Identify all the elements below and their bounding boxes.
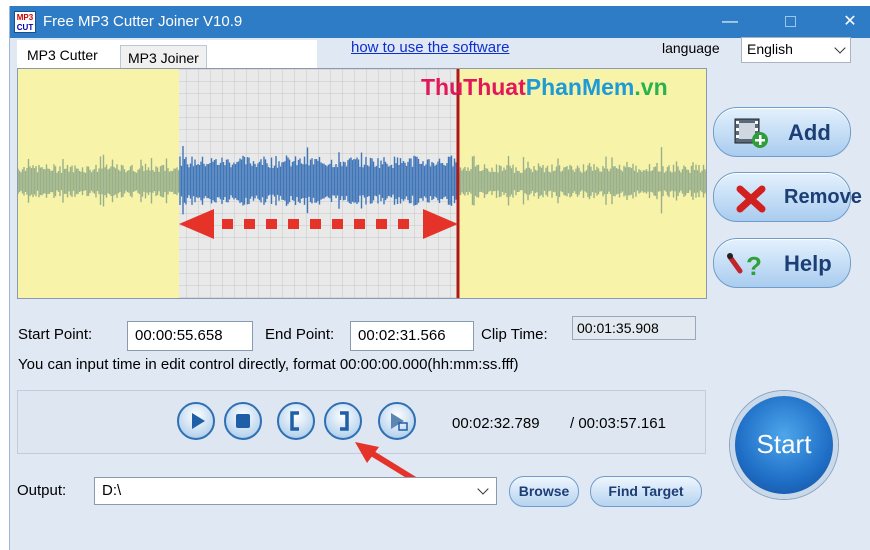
- language-label: language: [662, 40, 720, 56]
- help-question-icon: ?: [727, 251, 762, 281]
- clip-time-label: Clip Time:: [481, 326, 548, 343]
- stop-button[interactable]: [224, 402, 262, 440]
- tab-mp3-joiner[interactable]: MP3 Joiner: [120, 45, 207, 68]
- format-hint: You can input time in edit control direc…: [18, 356, 519, 373]
- remove-button[interactable]: Remove: [713, 172, 862, 222]
- app-logo-top: MP3: [16, 13, 34, 22]
- browse-button[interactable]: Browse: [509, 476, 579, 507]
- add-file-icon: [734, 118, 768, 148]
- help-button-label: Help: [784, 251, 832, 276]
- close-button[interactable]: ✕: [827, 6, 870, 38]
- add-button[interactable]: Add: [713, 107, 851, 157]
- help-link[interactable]: how to use the software: [351, 39, 509, 56]
- pointer-arrow-annotation: [355, 442, 420, 484]
- app-logo-bottom: CUT: [16, 23, 34, 32]
- help-button[interactable]: ? Help: [713, 238, 851, 288]
- total-time: / 00:03:57.161: [570, 415, 666, 432]
- app-logo-icon: MP3 CUT: [14, 11, 36, 33]
- chevron-down-icon: [477, 483, 489, 495]
- mark-end-button[interactable]: [324, 402, 362, 440]
- watermark: ThuThuatPhanMem.vn: [421, 74, 668, 101]
- remove-x-icon: [736, 185, 766, 213]
- start-button[interactable]: Start: [730, 391, 838, 499]
- minimize-button[interactable]: —: [707, 6, 753, 38]
- play-icon: [192, 413, 205, 429]
- clip-time-value: 00:01:35.908: [572, 316, 696, 340]
- mark-end-icon: [340, 411, 349, 431]
- stop-icon: [236, 414, 250, 428]
- svg-text:?: ?: [746, 251, 762, 281]
- language-select[interactable]: English: [741, 37, 851, 63]
- current-time: 00:02:32.789: [452, 415, 540, 432]
- window-title: Free MP3 Cutter Joiner V10.9: [43, 13, 243, 30]
- maximize-button[interactable]: [767, 6, 813, 38]
- end-point-input[interactable]: 00:02:31.566: [350, 321, 474, 351]
- language-selected: English: [747, 41, 793, 57]
- player-panel: 00:02:32.789 / 00:03:57.161: [17, 390, 706, 484]
- watermark-part1: ThuThuat: [421, 74, 526, 100]
- end-point-label: End Point:: [265, 326, 335, 343]
- chevron-down-icon: [834, 42, 846, 54]
- play-selection-icon: [391, 413, 408, 431]
- remove-button-label: Remove: [784, 186, 862, 208]
- watermark-part3: .vn: [634, 74, 668, 100]
- tab-mp3-cutter[interactable]: MP3 Cutter: [19, 42, 106, 67]
- output-label: Output:: [17, 482, 67, 499]
- title-bar: MP3 CUT Free MP3 Cutter Joiner V10.9 — ✕: [10, 6, 870, 38]
- mark-start-button[interactable]: [277, 402, 315, 440]
- find-target-button[interactable]: Find Target: [590, 476, 702, 507]
- start-point-input[interactable]: 00:00:55.658: [127, 321, 253, 351]
- maximize-icon: [784, 16, 796, 28]
- play-button[interactable]: [177, 402, 215, 440]
- start-point-label: Start Point:: [18, 326, 93, 343]
- play-selection-button[interactable]: [378, 402, 416, 440]
- add-button-label: Add: [788, 120, 831, 145]
- output-folder-value: D:\: [102, 482, 122, 499]
- output-folder-select[interactable]: D:\: [94, 477, 497, 505]
- waveform-panel[interactable]: [17, 68, 707, 299]
- mark-start-icon: [290, 411, 299, 431]
- watermark-part2: PhanMem: [525, 74, 635, 100]
- tab-bar: MP3 Cutter MP3 Joiner: [17, 40, 317, 68]
- waveform-graphic: [18, 69, 706, 298]
